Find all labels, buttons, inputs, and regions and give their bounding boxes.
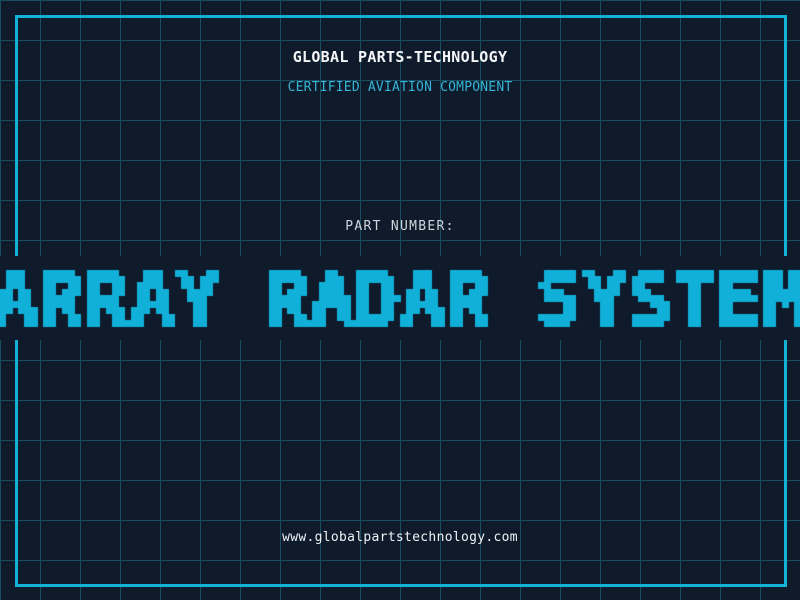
certificate-page: GLOBAL PARTS-TECHNOLOGY CERTIFIED AVIATI… <box>0 0 800 600</box>
website-url: www.globalpartstechnology.com <box>282 530 518 545</box>
page-header: GLOBAL PARTS-TECHNOLOGY CERTIFIED AVIATI… <box>0 48 800 95</box>
certification-tagline: CERTIFIED AVIATION COMPONENT <box>287 80 513 95</box>
part-number-label: PART NUMBER: <box>345 219 455 234</box>
part-number-pixel-text <box>0 260 800 336</box>
company-name: GLOBAL PARTS-TECHNOLOGY <box>292 48 508 66</box>
part-number-band <box>0 256 800 340</box>
